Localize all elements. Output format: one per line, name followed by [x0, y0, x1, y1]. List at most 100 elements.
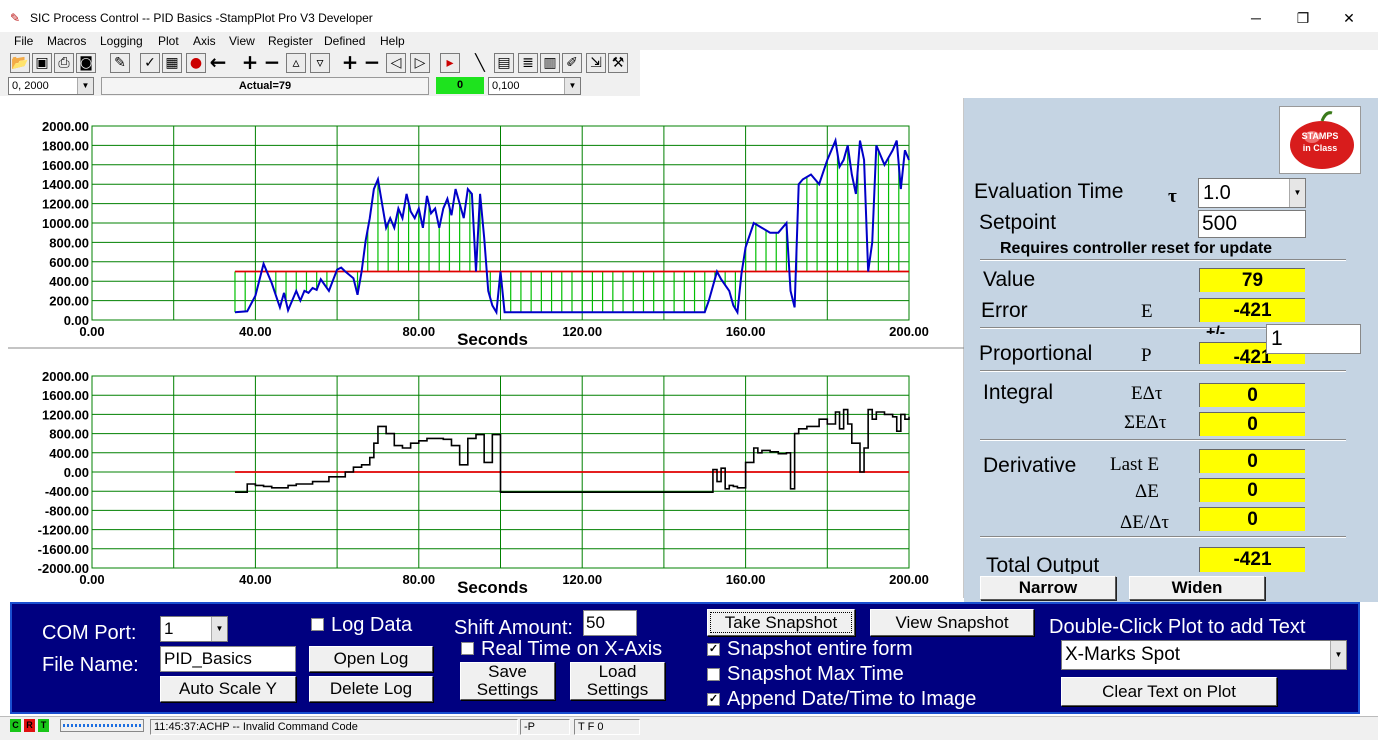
narrow-button[interactable]: Narrow — [980, 576, 1116, 600]
menu-logging[interactable]: Logging — [100, 32, 143, 50]
wand-icon[interactable]: ✎ — [110, 53, 130, 73]
save-settings-line1: Save — [488, 662, 527, 681]
load-settings-button[interactable]: Load Settings — [570, 662, 665, 700]
y-shift-left-icon[interactable]: ◁ — [386, 53, 406, 73]
snapshot-form-checkbox[interactable]: ✓ — [707, 643, 720, 656]
error-label: Error — [981, 299, 1028, 321]
y-tick-label: 1400.00 — [42, 177, 89, 192]
menu-axis[interactable]: Axis — [193, 32, 216, 50]
y-minus-icon[interactable]: − — [362, 52, 382, 73]
evaluation-time-value: 1.0 — [1203, 182, 1231, 204]
snapshot-form-label: Snapshot entire form — [727, 638, 913, 660]
pen-icon[interactable]: ╲ — [470, 53, 490, 73]
evaluation-time-select[interactable]: 1.0 ▼ — [1198, 178, 1306, 208]
zoom-up-icon[interactable]: ▿ — [310, 53, 330, 73]
cts-indicator: C — [10, 719, 21, 732]
integral-edt-symbol: EΔτ — [1131, 383, 1163, 404]
shift-amount-label: Shift Amount: — [454, 617, 573, 639]
zoom-down-icon[interactable]: ▵ — [286, 53, 306, 73]
menu-help[interactable]: Help — [380, 32, 405, 50]
x-tick-label: 0.00 — [79, 324, 104, 339]
stop-icon[interactable]: ● — [186, 53, 206, 73]
real-time-checkbox[interactable] — [461, 642, 474, 655]
setpoint-label: Setpoint — [979, 211, 1057, 234]
stamp-icon[interactable]: ✓ — [140, 53, 160, 73]
proportional-symbol: P — [1141, 345, 1152, 362]
chevron-down-icon[interactable]: ▼ — [1330, 641, 1346, 669]
open-log-button[interactable]: Open Log — [309, 646, 433, 672]
y-range-select[interactable]: 0,100 ▼ — [488, 77, 581, 95]
y-tick-label: 1200.00 — [42, 407, 89, 422]
x-tick-label: 40.00 — [239, 324, 272, 339]
x-range-select[interactable]: 0, 2000 ▼ — [8, 77, 94, 95]
save-icon[interactable]: ▣ — [32, 53, 52, 73]
menu-view[interactable]: View — [229, 32, 255, 50]
delete-log-button[interactable]: Delete Log — [309, 676, 433, 702]
plots-canvas[interactable]: 2000.00 1800.00 1600.00 1400.00 1200.00 1000.… — [8, 98, 964, 598]
clear-text-button[interactable]: Clear Text on Plot — [1061, 677, 1277, 706]
integral-sum-symbol: ΣEΔτ — [1124, 412, 1167, 433]
setpoint-input[interactable]: 500 — [1198, 210, 1306, 238]
chevron-down-icon[interactable]: ▼ — [211, 617, 227, 641]
kp-input[interactable]: 1 — [1266, 324, 1361, 354]
grid-icon[interactable]: ▤ — [494, 53, 514, 73]
com-port-select[interactable]: 1 ▼ — [160, 616, 228, 642]
window-title: SIC Process Control -- PID Basics -Stamp… — [30, 11, 373, 25]
open-icon[interactable]: 📂 — [10, 53, 30, 73]
tau-symbol: τ — [1168, 186, 1177, 207]
plot-text-value: X-Marks Spot — [1065, 644, 1181, 665]
zoom-out-icon[interactable]: − — [262, 52, 282, 73]
auto-scale-y-button[interactable]: Auto Scale Y — [160, 676, 296, 702]
zoom-in-icon[interactable]: + — [240, 52, 260, 73]
close-button[interactable]: ✕ — [1326, 6, 1372, 30]
notes-icon[interactable]: ≣ — [518, 53, 538, 73]
chevron-down-icon[interactable]: ▼ — [77, 78, 93, 94]
integral-edt-display: 0 — [1199, 383, 1305, 407]
print-icon[interactable]: ⎙ — [54, 53, 74, 73]
restore-button[interactable]: ❐ — [1280, 6, 1326, 30]
widen-button[interactable]: Widen — [1129, 576, 1265, 600]
reset-icon[interactable]: ▸ — [440, 53, 460, 73]
export-icon[interactable]: ⇲ — [586, 53, 606, 73]
snapshot-max-checkbox[interactable] — [707, 668, 720, 681]
back-arrow-icon[interactable]: ← — [208, 52, 228, 73]
save-settings-button[interactable]: Save Settings — [460, 662, 555, 700]
apple-logo-icon: STAMPS in Class — [1290, 111, 1354, 169]
y-tick-label: 1600.00 — [42, 388, 89, 403]
y-shift-right-icon[interactable]: ▷ — [410, 53, 430, 73]
value-label: Value — [983, 268, 1036, 291]
file-name-input[interactable]: PID_Basics — [160, 646, 296, 672]
minimize-button[interactable]: ─ — [1233, 6, 1279, 30]
config-icon[interactable]: ⚒ — [608, 53, 628, 73]
y-plus-icon[interactable]: + — [340, 52, 360, 73]
chevron-down-icon[interactable]: ▼ — [564, 78, 580, 94]
error-display: -421 — [1199, 298, 1305, 322]
y-tick-label: 600.00 — [49, 255, 89, 270]
divider — [980, 259, 1346, 261]
delta-e-display: 0 — [1199, 478, 1305, 502]
chevron-down-icon[interactable]: ▼ — [1289, 179, 1305, 207]
plot-area[interactable]: 2000.00 1800.00 1600.00 1400.00 1200.00 1000.… — [8, 98, 964, 598]
y-tick-label: -1600.00 — [38, 542, 89, 557]
com-port-label: COM Port: — [42, 622, 137, 644]
camera-icon[interactable]: ◙ — [76, 53, 96, 73]
error-symbol: E — [1141, 301, 1153, 322]
menu-macros[interactable]: Macros — [47, 32, 86, 50]
menu-register[interactable]: Register — [268, 32, 313, 50]
view-snapshot-button[interactable]: View Snapshot — [870, 609, 1034, 636]
image-icon[interactable]: ▦ — [162, 53, 182, 73]
plus-minus-label: +/- — [1206, 324, 1226, 334]
divider — [980, 439, 1346, 441]
divider — [980, 370, 1346, 372]
take-snapshot-button[interactable]: Take Snapshot — [707, 609, 855, 636]
menu-defined[interactable]: Defined — [324, 32, 365, 50]
menu-file[interactable]: File — [14, 32, 33, 50]
plot-text-select[interactable]: X-Marks Spot ▼ — [1061, 640, 1347, 670]
page-icon[interactable]: ▥ — [540, 53, 560, 73]
menu-plot[interactable]: Plot — [158, 32, 179, 50]
shift-amount-input[interactable]: 50 — [583, 610, 637, 636]
status-message: 11:45:37:ACHP -- Invalid Command Code — [150, 719, 518, 735]
append-date-checkbox[interactable]: ✓ — [707, 693, 720, 706]
draw-icon[interactable]: ✐ — [562, 53, 582, 73]
log-data-checkbox[interactable] — [311, 618, 324, 631]
